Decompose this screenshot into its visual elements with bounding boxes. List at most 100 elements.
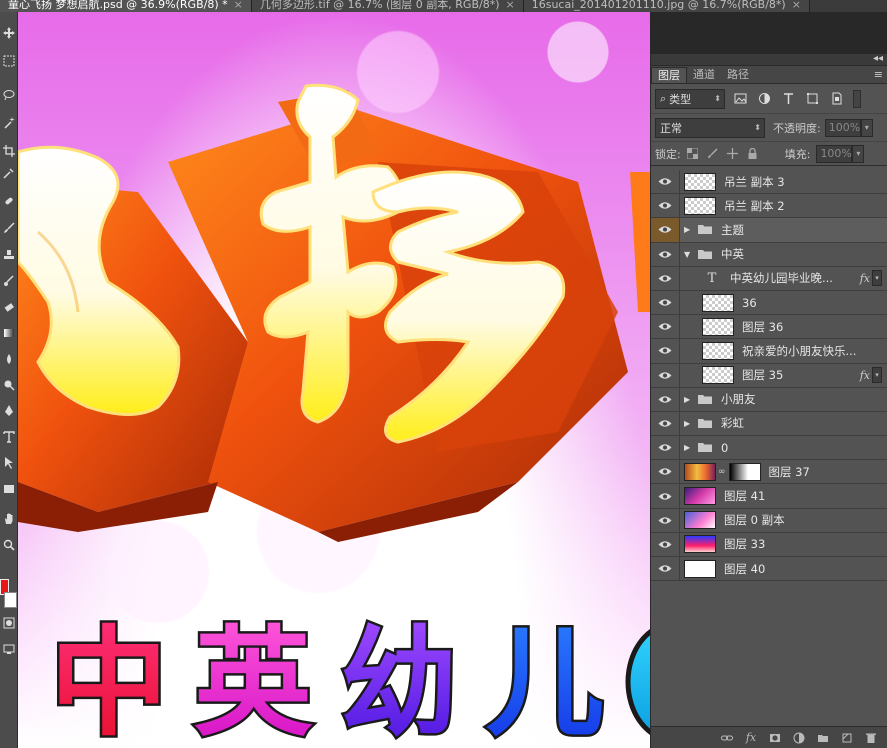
- layer-thumbnail[interactable]: [684, 559, 716, 578]
- screen-mode-icon[interactable]: [0, 638, 18, 660]
- layer-name[interactable]: 小朋友: [721, 391, 756, 407]
- shape-filter-icon[interactable]: [803, 90, 821, 108]
- layer-name[interactable]: 祝亲爱的小朋友快乐...: [742, 343, 856, 359]
- visibility-eye-icon[interactable]: [651, 436, 680, 460]
- visibility-eye-icon[interactable]: [651, 339, 680, 363]
- opacity-field[interactable]: 100%: [824, 118, 861, 137]
- lock-transparent-icon[interactable]: [685, 146, 701, 162]
- doc-tab-3[interactable]: 16sucai_201401201110.jpg @ 16.7%(RGB/8*)…: [523, 0, 810, 12]
- layer-thumbnail[interactable]: [702, 341, 734, 360]
- zoom-icon[interactable]: [0, 534, 18, 556]
- move-icon[interactable]: [0, 22, 18, 44]
- visibility-eye-icon[interactable]: [651, 315, 680, 339]
- pen-icon[interactable]: [0, 400, 18, 422]
- layer-thumbnail[interactable]: [702, 317, 734, 336]
- layer-name[interactable]: 中英幼儿园毕业晚...: [730, 270, 833, 286]
- layer-name[interactable]: 主题: [721, 222, 744, 238]
- layer-name[interactable]: 图层 0 副本: [724, 512, 785, 528]
- layer-row[interactable]: ▼ 中英: [651, 242, 887, 267]
- layer-name[interactable]: 彩虹: [721, 415, 744, 431]
- type-filter-icon[interactable]: [779, 90, 797, 108]
- add-mask-icon[interactable]: [768, 731, 782, 745]
- layer-name[interactable]: 图层 35: [742, 367, 783, 383]
- layer-row[interactable]: 图层 36: [651, 315, 887, 340]
- visibility-eye-icon[interactable]: [651, 242, 680, 266]
- document-canvas[interactable]: 飞扬 中 英 幼 儿: [18, 12, 650, 748]
- gradient-icon[interactable]: [0, 322, 18, 344]
- chevron-down-icon[interactable]: ▾: [852, 144, 865, 163]
- visibility-eye-icon[interactable]: [651, 484, 680, 508]
- path-select-icon[interactable]: [0, 452, 18, 474]
- chevron-down-icon[interactable]: ▾: [872, 270, 882, 287]
- layer-row[interactable]: 图层 35 fx ▾: [651, 363, 887, 388]
- visibility-eye-icon[interactable]: [651, 532, 680, 556]
- layer-row[interactable]: 祝亲爱的小朋友快乐...: [651, 339, 887, 364]
- visibility-eye-icon[interactable]: [651, 290, 680, 315]
- chevron-down-icon[interactable]: ▾: [872, 367, 882, 384]
- lock-all-icon[interactable]: [745, 146, 761, 162]
- fx-icon[interactable]: fx: [860, 369, 870, 382]
- layer-name[interactable]: 中英: [721, 246, 744, 262]
- layer-row[interactable]: 图层 40: [651, 557, 887, 582]
- visibility-eye-icon[interactable]: [651, 218, 680, 242]
- close-icon[interactable]: ×: [234, 0, 243, 11]
- doc-tab-2[interactable]: 几何多边形.tif @ 16.7% (图层 0 副本, RGB/8*) ×: [251, 0, 524, 12]
- visibility-eye-icon[interactable]: [651, 411, 680, 436]
- triangle-right-icon[interactable]: ▶: [684, 395, 694, 404]
- blend-mode-select[interactable]: 正常 ⬍: [655, 117, 765, 138]
- layer-row[interactable]: T 中英幼儿园毕业晚... fx ▾: [651, 266, 887, 291]
- collapse-icon[interactable]: ◂◂: [873, 53, 883, 64]
- magic-wand-icon[interactable]: [0, 112, 18, 134]
- layer-name[interactable]: 吊兰 副本 3: [724, 174, 785, 190]
- eraser-icon[interactable]: [0, 296, 18, 318]
- layer-row[interactable]: 图层 33: [651, 532, 887, 557]
- layer-thumbnail[interactable]: [684, 196, 716, 215]
- visibility-eye-icon[interactable]: [651, 363, 680, 387]
- layer-row[interactable]: ▶ 小朋友: [651, 387, 887, 412]
- layer-row[interactable]: 36: [651, 290, 887, 316]
- brush-icon[interactable]: [0, 217, 18, 239]
- visibility-eye-icon[interactable]: [651, 266, 680, 290]
- visibility-eye-icon[interactable]: [651, 508, 680, 532]
- tab-channels[interactable]: 通道: [687, 67, 721, 83]
- layer-row[interactable]: ▶ 彩虹: [651, 411, 887, 437]
- layer-thumbnail[interactable]: [684, 487, 716, 506]
- visibility-eye-icon[interactable]: [651, 387, 680, 411]
- layer-thumbnail[interactable]: [684, 535, 716, 554]
- layer-row[interactable]: 图层 41: [651, 484, 887, 509]
- layer-name[interactable]: 图层 41: [724, 488, 765, 504]
- layer-thumbnail[interactable]: [702, 366, 734, 385]
- layer-thumbnail[interactable]: [684, 462, 716, 481]
- adjustment-filter-icon[interactable]: [755, 90, 773, 108]
- layer-name[interactable]: 图层 40: [724, 561, 765, 577]
- kind-filter-select[interactable]: ⌕ 类型 ⬍: [655, 88, 725, 109]
- lock-brush-icon[interactable]: [705, 146, 721, 162]
- layer-name[interactable]: 图层 33: [724, 536, 765, 552]
- marquee-icon[interactable]: [0, 50, 18, 72]
- chevron-down-icon[interactable]: ▾: [860, 118, 873, 137]
- layer-row[interactable]: 吊兰 副本 3: [651, 170, 887, 195]
- type-icon[interactable]: [0, 426, 18, 448]
- filter-toggle-switch[interactable]: [853, 89, 861, 108]
- close-icon[interactable]: ×: [792, 0, 801, 11]
- layer-mask-thumbnail[interactable]: [728, 462, 761, 481]
- layer-row[interactable]: ▶ 0: [651, 436, 887, 461]
- visibility-eye-icon[interactable]: [651, 557, 680, 581]
- layer-name[interactable]: 0: [721, 441, 728, 455]
- background-color-swatch[interactable]: [4, 592, 17, 608]
- visibility-eye-icon[interactable]: [651, 194, 680, 218]
- new-group-icon[interactable]: [816, 731, 830, 745]
- adjustment-layer-icon[interactable]: [792, 731, 806, 745]
- layer-name[interactable]: 36: [742, 296, 757, 310]
- healing-icon[interactable]: [0, 190, 18, 212]
- layer-thumbnail[interactable]: [684, 172, 716, 191]
- crop-icon[interactable]: [0, 140, 18, 162]
- lock-move-icon[interactable]: [725, 146, 741, 162]
- layer-row[interactable]: 图层 0 副本: [651, 508, 887, 533]
- layer-name[interactable]: 吊兰 副本 2: [724, 198, 785, 214]
- hand-icon[interactable]: [0, 508, 18, 530]
- eyedropper-icon[interactable]: [0, 162, 18, 184]
- pixel-filter-icon[interactable]: [731, 90, 749, 108]
- close-icon[interactable]: ×: [506, 0, 515, 11]
- blur-icon[interactable]: [0, 348, 18, 370]
